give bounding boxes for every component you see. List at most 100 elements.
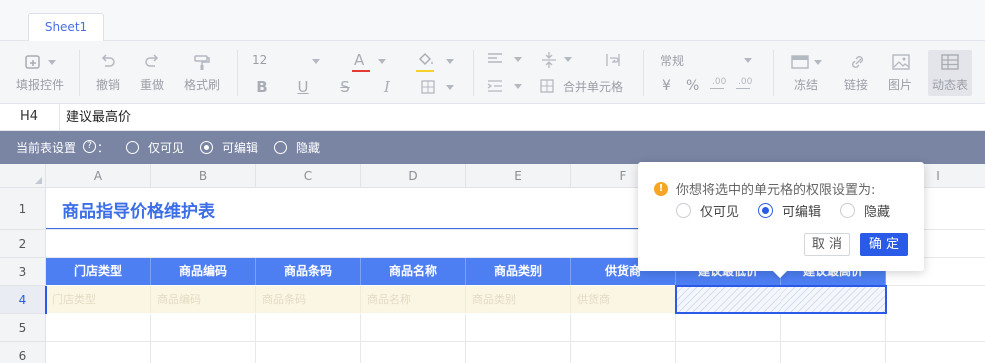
number-format-select[interactable]: 常规 (660, 52, 756, 68)
radio-checked-icon (758, 203, 773, 218)
dynamic-table-label: 动态表 (932, 78, 969, 92)
redo-button[interactable]: 重做 (134, 49, 170, 97)
merge-cells-icon (540, 79, 554, 93)
chevron-down-icon (564, 57, 572, 62)
data-cell[interactable]: 供货商 (571, 286, 676, 313)
bold-button[interactable]: B (254, 79, 270, 95)
popup-option-view-only[interactable]: 仅可见 (676, 201, 748, 220)
decimal-decrease-button[interactable]: .00 (736, 77, 756, 95)
indent-button[interactable] (486, 78, 526, 96)
freeze-label: 冻结 (794, 78, 819, 92)
merge-cells-button[interactable]: 合并单元格 (539, 77, 629, 95)
popup-option-editable[interactable]: 可编辑 (758, 201, 830, 220)
data-cell[interactable]: 商品编码 (151, 286, 256, 313)
row-header-6[interactable]: 6 (0, 342, 46, 363)
image-label: 图片 (888, 78, 913, 92)
freeze-button[interactable]: 冻结 (788, 49, 828, 97)
column-header-e[interactable]: E (466, 164, 571, 188)
border-button[interactable] (420, 79, 458, 95)
align-vertical-button[interactable] (540, 51, 580, 69)
divider (473, 50, 474, 96)
cancel-button[interactable]: 取 消 (804, 233, 850, 256)
border-icon (421, 80, 435, 94)
row-header-5[interactable]: 5 (0, 314, 46, 342)
active-row-marker (45, 286, 47, 314)
row-header-4[interactable]: 4 (0, 286, 46, 314)
header-cell[interactable]: 商品编码 (151, 258, 256, 285)
sheet-title: 商品指导价格维护表 (62, 202, 215, 222)
header-cell[interactable]: 商品名称 (361, 258, 466, 285)
decimal-increase-button[interactable]: .00 (710, 77, 730, 95)
arrow-left-icon (710, 88, 724, 89)
align-middle-icon (542, 52, 556, 68)
row-header-1[interactable]: 1 (0, 188, 46, 230)
redo-icon (145, 54, 159, 67)
percent-button[interactable]: % (686, 78, 699, 94)
paintbrush-icon (194, 55, 210, 70)
align-horizontal-button[interactable] (486, 51, 526, 69)
image-button[interactable]: 图片 (884, 49, 920, 97)
data-cell[interactable]: 商品条码 (256, 286, 361, 313)
sheet-tab[interactable]: Sheet1 (28, 13, 104, 41)
option-label: 隐藏 (296, 141, 321, 155)
dynamic-table-button[interactable]: 动态表 (928, 50, 972, 96)
format-painter-button[interactable]: 格式刷 (180, 49, 224, 97)
row-header-3[interactable]: 3 (0, 258, 46, 286)
chevron-down-icon (514, 84, 522, 89)
help-icon[interactable]: ? (83, 140, 96, 153)
fill-report-control-label: 填报控件 (16, 78, 65, 92)
data-cell[interactable]: 门店类型 (46, 286, 151, 313)
italic-button[interactable]: I (379, 79, 395, 95)
column-header-d[interactable]: D (361, 164, 466, 188)
data-cell[interactable]: 商品名称 (361, 286, 466, 313)
settings-option-view-only[interactable]: 仅可见 (126, 139, 196, 155)
column-header-c[interactable]: C (256, 164, 361, 188)
radio-icon (840, 203, 855, 218)
grid-row-6[interactable] (46, 342, 985, 363)
divider (79, 50, 80, 96)
option-label: 可编辑 (782, 205, 822, 220)
data-cell[interactable]: 商品类别 (466, 286, 571, 313)
confirm-button[interactable]: 确 定 (860, 233, 908, 256)
paint-bucket-icon (419, 53, 433, 65)
formula-input[interactable]: 建议最高价 (66, 104, 131, 131)
cell-reference[interactable]: H4 (0, 104, 60, 131)
popup-option-hidden[interactable]: 隐藏 (840, 201, 900, 220)
underline-button[interactable]: U (295, 79, 311, 95)
fill-color-button[interactable] (416, 51, 456, 73)
font-color-letter: A (354, 51, 365, 69)
font-color-swatch (352, 70, 370, 72)
settings-option-hidden[interactable]: 隐藏 (274, 139, 334, 155)
column-header-a[interactable]: A (46, 164, 151, 188)
undo-button[interactable]: 撤销 (90, 49, 126, 97)
help-icon-glyph: ? (87, 141, 92, 151)
fill-report-control-button[interactable]: 填报控件 (10, 49, 72, 97)
formula-bar: H4 建议最高价 (0, 104, 985, 131)
font-color-button[interactable]: A (352, 51, 392, 73)
divider (237, 50, 238, 96)
radio-icon (676, 203, 691, 218)
header-cell[interactable]: 商品条码 (256, 258, 361, 285)
currency-button[interactable]: ¥ (662, 78, 671, 94)
sheet-settings-bar: 当前表设置 ? ： 仅可见 可编辑 隐藏 (0, 131, 985, 164)
header-cell[interactable]: 门店类型 (46, 258, 151, 285)
chevron-down-icon (446, 59, 454, 64)
control-icon (25, 55, 40, 69)
permission-popup: ! 你想将选中的单元格的权限设置为: 仅可见 可编辑 隐藏 取 消 确 定 (638, 162, 924, 279)
grid-row-5[interactable] (46, 314, 985, 342)
select-all-corner[interactable] (0, 164, 46, 188)
divider (773, 50, 774, 96)
strikethrough-button[interactable]: S (337, 79, 353, 95)
settings-option-editable[interactable]: 可编辑 (200, 139, 270, 155)
column-header-b[interactable]: B (151, 164, 256, 188)
font-size-select[interactable]: 12 (252, 53, 322, 69)
row-header-2[interactable]: 2 (0, 230, 46, 258)
selection-border (675, 285, 887, 314)
link-button[interactable]: 链接 (840, 49, 876, 97)
wrap-text-button[interactable] (604, 51, 622, 69)
undo-icon (101, 54, 115, 67)
decimal-increase-label: .00 (712, 77, 727, 87)
chevron-down-icon (48, 60, 56, 65)
font-size-value: 12 (252, 53, 268, 67)
header-cell[interactable]: 商品类别 (466, 258, 571, 285)
